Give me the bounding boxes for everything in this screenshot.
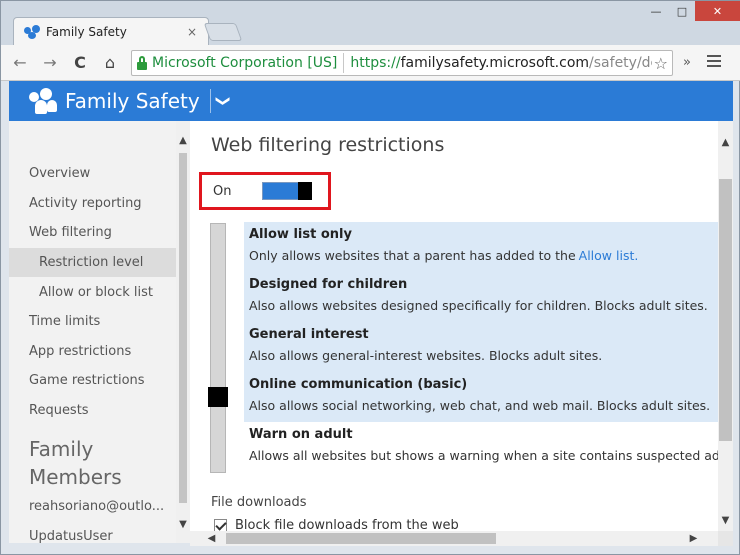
toggle-knob[interactable] [298,182,312,200]
family-members-heading: Family Members [9,435,176,491]
level-title: Allow list only [249,227,352,242]
sidebar-item-game-restrictions[interactable]: Game restrictions [9,366,176,396]
scroll-left-arrow-icon[interactable]: ◀ [204,531,219,546]
minimize-button[interactable]: — [643,1,669,21]
back-arrow-icon[interactable]: ← [9,52,31,74]
scroll-down-arrow-icon[interactable]: ▼ [718,513,733,528]
level-description: Also allows social networking, web chat,… [249,398,711,413]
sidebar-scrollbar-thumb[interactable] [179,153,187,503]
ev-certificate-badge[interactable]: Microsoft Corporation [US] [136,53,345,73]
sidebar-item-app-restrictions[interactable]: App restrictions [9,337,176,367]
maximize-button[interactable]: □ [669,1,695,21]
level-title: Warn on adult [249,427,353,442]
level-description: Also allows websites designed specifical… [249,298,708,313]
url-scheme: https:// [350,55,401,71]
level-title: General interest [249,327,369,342]
chevron-down-icon[interactable]: ❯ [215,95,231,107]
main-horizontal-scrollbar[interactable]: ◀ ▶ [190,531,718,546]
family-safety-logo-icon [29,88,59,114]
forward-arrow-icon[interactable]: → [39,52,61,74]
sidebar-item-activity-reporting[interactable]: Activity reporting [9,189,176,219]
level-title: Online communication (basic) [249,377,468,392]
family-heading-line-2: Members [29,465,122,490]
web-filtering-toggle[interactable] [262,182,312,200]
address-bar[interactable]: Microsoft Corporation [US] https://famil… [131,50,673,76]
bookmark-star-icon[interactable]: ☆ [651,54,668,73]
main-vertical-scrollbar[interactable]: ▲ ▼ [718,121,733,531]
main-horizontal-scrollbar-thumb[interactable] [226,533,496,544]
home-icon[interactable]: ⌂ [99,52,121,74]
tab-close-icon[interactable]: × [184,25,200,39]
restriction-level-slider-thumb[interactable] [208,387,228,407]
toggle-label: On [213,184,232,199]
sidebar-item-requests[interactable]: Requests [9,396,176,426]
file-downloads-heading: File downloads [211,495,307,510]
block-downloads-checkbox[interactable] [214,519,227,531]
lock-icon [136,56,148,70]
browser-window: Family Safety × — □ ✕ ← → C ⌂ Microsoft … [0,0,740,555]
level-option[interactable]: Allow list only Only allows websites tha… [244,222,718,272]
web-filtering-toggle-highlight: On [199,172,331,210]
tab-title: Family Safety [46,24,127,39]
sidebar-item-allow-or-block-list[interactable]: Allow or block list [9,277,176,307]
level-option[interactable]: Warn on adult Allows all websites but sh… [244,422,718,472]
sidebar-nav: Overview Activity reporting Web filterin… [9,121,176,543]
level-option[interactable]: Designed for children Also allows websit… [244,272,718,322]
url-text[interactable]: https://familysafety.microsoft.com/safet… [350,55,664,71]
main-vertical-scrollbar-thumb[interactable] [719,179,732,441]
reload-icon[interactable]: C [69,52,91,74]
family-safety-favicon-icon [24,24,40,39]
browser-tab[interactable]: Family Safety × [13,17,209,45]
level-description: Allows all websites but shows a warning … [249,448,718,463]
scroll-down-arrow-icon[interactable]: ▼ [176,519,190,533]
header-divider [209,89,211,113]
scroll-right-arrow-icon[interactable]: ▶ [686,531,701,546]
allow-list-link[interactable]: Allow list. [579,248,639,263]
level-description: Also allows general-interest websites. B… [249,348,603,363]
new-tab-button[interactable] [203,23,243,41]
restriction-level-slider-track[interactable] [210,223,226,473]
scrollbar-corner [718,531,733,546]
level-description: Only allows websites that a parent has a… [249,248,718,263]
extensions-overflow-icon[interactable]: » [683,55,691,70]
page-title: Web filtering restrictions [211,134,445,156]
ev-certificate-label: Microsoft Corporation [US] [152,55,338,71]
main-content: Web filtering restrictions On Allow list… [190,121,718,531]
level-title: Designed for children [249,277,408,292]
level-option[interactable]: Online communication (basic) Also allows… [244,372,718,422]
block-downloads-row[interactable]: Block file downloads from the web [214,518,459,531]
level-option[interactable]: General interest Also allows general-int… [244,322,718,372]
family-member-item[interactable]: UpdatusUser [9,521,176,543]
app-header: Family Safety ❯ [9,81,733,121]
sidebar-item-web-filtering[interactable]: Web filtering [9,218,176,248]
app-title: Family Safety [65,89,200,113]
tab-strip: Family Safety × — □ ✕ [1,1,740,45]
scroll-up-arrow-icon[interactable]: ▲ [718,135,733,150]
block-downloads-label: Block file downloads from the web [235,518,459,531]
family-member-item[interactable]: reahsoriano@outlo... [9,491,176,521]
browser-toolbar: ← → C ⌂ Microsoft Corporation [US] https… [1,45,740,81]
restriction-level-list: Allow list only Only allows websites tha… [244,222,718,472]
close-window-button[interactable]: ✕ [695,1,740,21]
sidebar-scrollbar[interactable]: ▲ ▼ [176,121,190,543]
level-description-text: Only allows websites that a parent has a… [249,248,576,263]
browser-menu-icon[interactable] [707,55,721,70]
family-heading-line-1: Family [29,437,94,462]
url-host: familysafety.microsoft.com [400,55,590,71]
sidebar-item-time-limits[interactable]: Time limits [9,307,176,337]
sidebar-item-restriction-level[interactable]: Restriction level [9,247,176,278]
scroll-up-arrow-icon[interactable]: ▲ [176,135,190,149]
sidebar-item-overview[interactable]: Overview [9,159,176,189]
